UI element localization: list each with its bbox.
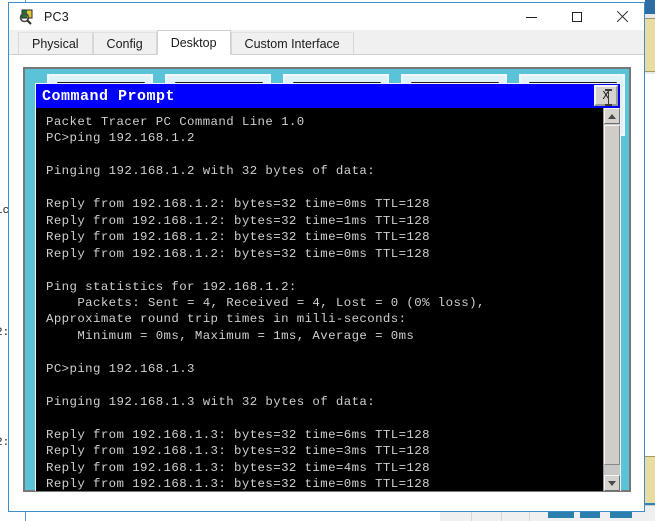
tab-custom-interface[interactable]: Custom Interface [230,32,354,54]
tab-label: Custom Interface [244,36,340,51]
text-cursor-stem [608,90,609,105]
maximize-icon [571,11,582,22]
scroll-down-button[interactable] [604,475,620,491]
tab-label: Config [106,36,143,51]
background-titlebar-strip [645,0,655,14]
text-cursor-icon [605,89,612,106]
terminal-text: Packet Tracer PC Command Line 1.0 PC>pin… [46,115,485,491]
pc-magnifier-icon [19,8,36,25]
window-controls [509,3,644,30]
minimize-icon [526,16,537,18]
tab-config[interactable]: Config [92,32,157,54]
tab-label: Physical [32,36,79,51]
command-prompt-titlebar[interactable]: Command Prompt X [36,84,620,108]
background-panel-strip [645,18,655,72]
scrollbar-thumb[interactable] [604,125,620,465]
tab-bar: Physical Config Desktop Custom Interface [9,30,644,55]
minimize-button[interactable] [509,3,554,30]
scroll-up-button[interactable] [604,108,620,124]
pc3-window: PC3 Physical Config Desktop Custom Inter… [8,2,645,512]
terminal-output-area[interactable]: Packet Tracer PC Command Line 1.0 PC>pin… [36,108,620,491]
command-prompt-title: Command Prompt [42,87,176,105]
background-body-strip [645,74,655,456]
background-window-right[interactable] [645,0,655,521]
terminal-vertical-scrollbar[interactable] [603,108,620,491]
maximize-button[interactable] [554,3,599,30]
window-titlebar[interactable]: PC3 [9,3,644,30]
desktop-panel: Command Prompt X Packet Tracer PC Comman… [23,67,631,492]
close-icon [616,11,628,23]
window-title: PC3 [44,9,69,24]
tab-physical[interactable]: Physical [18,32,93,54]
close-button[interactable] [599,3,644,30]
tab-label: Desktop [170,35,217,50]
chevron-up-icon [608,113,616,119]
background-panel-strip [645,456,655,510]
chevron-down-icon [608,480,616,486]
command-prompt-close-button[interactable]: X [594,85,618,106]
tab-desktop[interactable]: Desktop [156,30,231,55]
command-prompt-window: Command Prompt X Packet Tracer PC Comman… [35,83,621,491]
